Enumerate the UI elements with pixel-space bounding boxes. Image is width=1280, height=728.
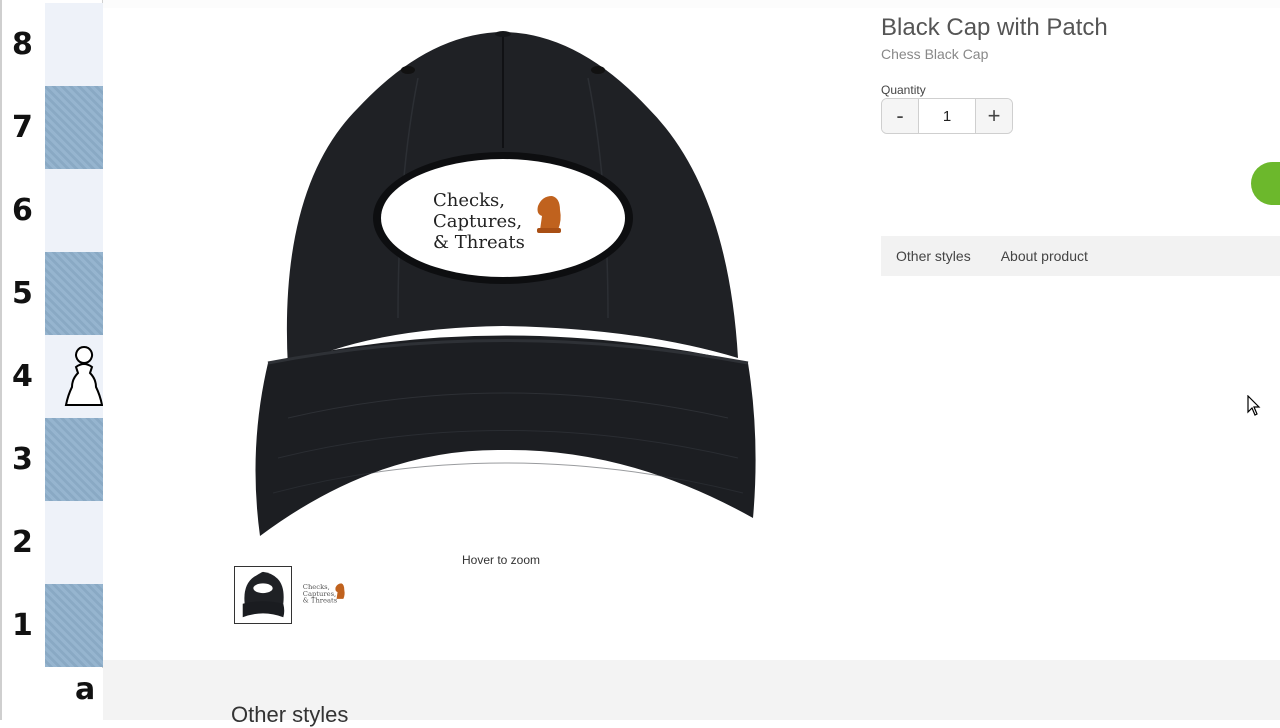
knight-icon (537, 196, 561, 233)
rank-label: 1 (12, 608, 33, 643)
top-strip (103, 0, 1280, 8)
product-title: Black Cap with Patch (881, 14, 1108, 41)
rank-3: 3 (2, 418, 105, 501)
thumbnail-cap[interactable] (234, 566, 292, 624)
chess-board-strip: 8 7 6 5 4 3 2 1 a (0, 0, 105, 720)
rank-label: 2 (12, 525, 33, 560)
rank-label: 4 (12, 359, 33, 394)
rank-4: 4 (2, 335, 105, 418)
svg-text:& Threats: & Threats (303, 597, 338, 605)
rank-5: 5 (2, 252, 105, 335)
rank-label: 3 (12, 442, 33, 477)
product-page: Checks, Captures, & Threats Hover to zoo… (103, 0, 1280, 727)
tab-about-product[interactable]: About product (986, 248, 1103, 264)
increase-quantity-button[interactable]: + (975, 99, 1012, 133)
product-image[interactable]: Checks, Captures, & Threats (248, 18, 758, 538)
board-square[interactable] (45, 86, 105, 169)
rank-2: 2 (2, 501, 105, 584)
board-square[interactable] (45, 584, 105, 667)
board-square[interactable] (45, 501, 105, 584)
rank-1: 1 (2, 584, 105, 667)
file-label: a (75, 672, 96, 707)
rank-label: 6 (12, 193, 33, 228)
quantity-label: Quantity (881, 83, 926, 97)
rank-label: 7 (12, 110, 33, 145)
quantity-stepper: - + (881, 98, 1013, 134)
product-subtitle: Chess Black Cap (881, 46, 989, 62)
thumbnail-patch[interactable]: Checks, Captures, & Threats (297, 566, 355, 624)
quantity-input[interactable] (919, 99, 975, 133)
rank-label: 8 (12, 27, 33, 62)
patch-line-3: & Threats (433, 232, 525, 253)
white-pawn-icon[interactable] (62, 335, 105, 418)
board-square[interactable] (45, 418, 105, 501)
add-to-cart-button[interactable] (1251, 162, 1280, 205)
patch-thumbnail-image: Checks, Captures, & Threats (303, 583, 345, 605)
cap-thumbnail-image (242, 571, 285, 618)
rank-8: 8 (2, 3, 105, 86)
hover-to-zoom-hint: Hover to zoom (462, 553, 541, 567)
rank-label: 5 (12, 276, 33, 311)
patch-line-2: Captures, (433, 211, 522, 232)
rank-6: 6 (2, 169, 105, 252)
tab-other-styles[interactable]: Other styles (881, 248, 986, 264)
board-square[interactable] (45, 252, 105, 335)
board-square[interactable] (45, 169, 105, 252)
product-tabs: Other styles About product (881, 236, 1280, 276)
mouse-pointer-icon (1247, 395, 1261, 416)
other-styles-heading: Other styles (231, 702, 349, 727)
other-styles-section: Other styles (103, 660, 1280, 727)
board-square[interactable] (45, 3, 105, 86)
decrease-quantity-button[interactable]: - (882, 99, 919, 133)
rank-7: 7 (2, 86, 105, 169)
patch-line-1: Checks, (433, 190, 505, 211)
